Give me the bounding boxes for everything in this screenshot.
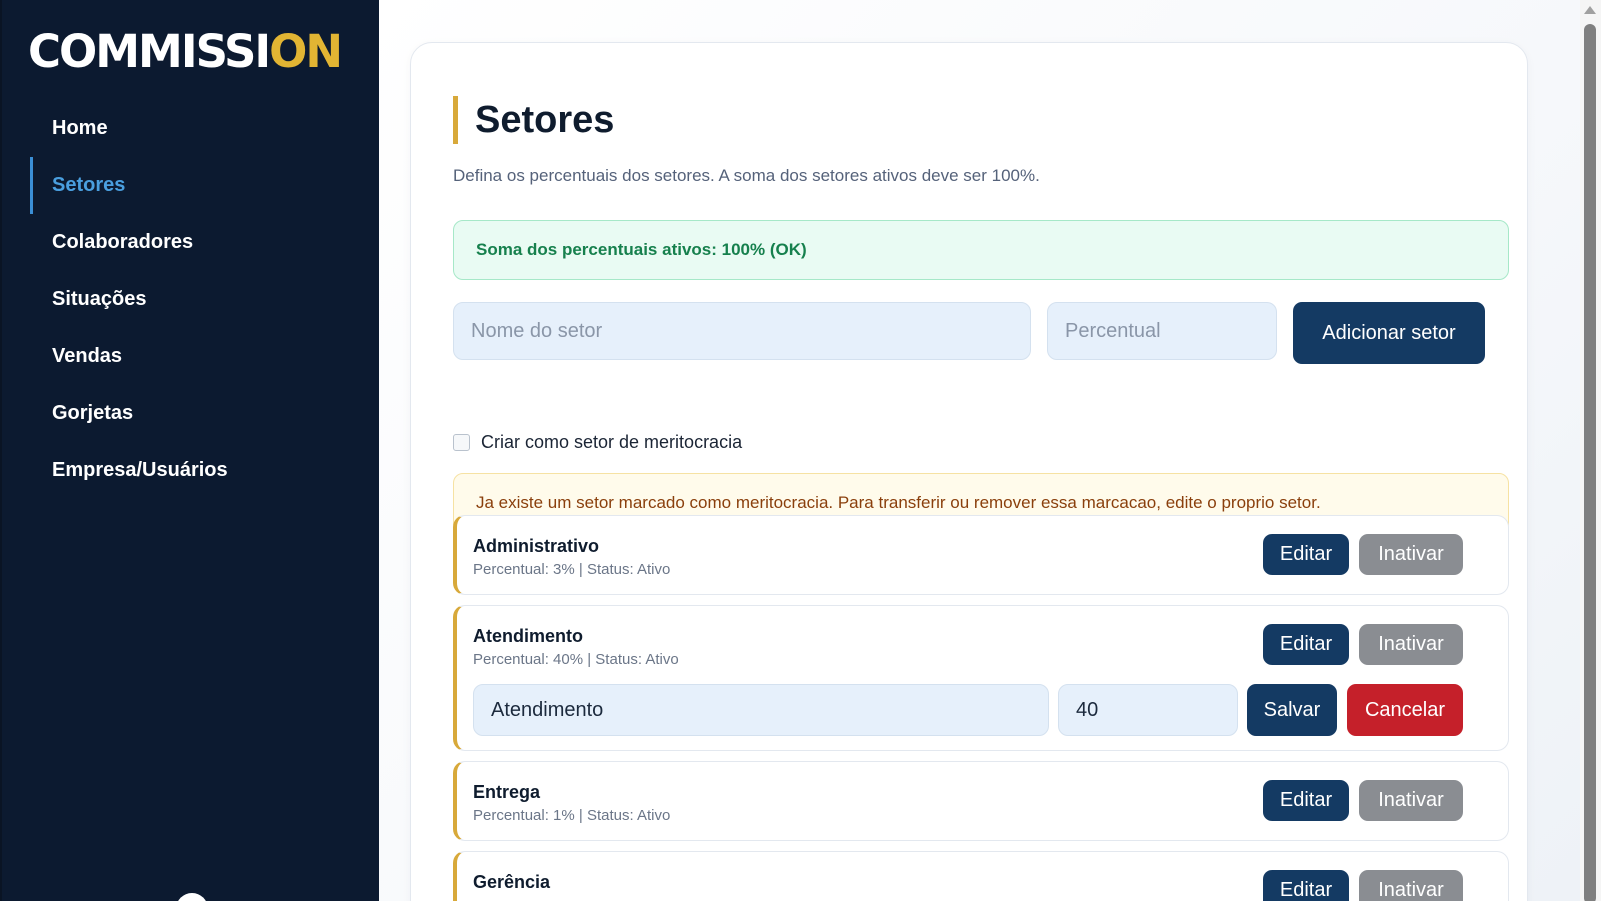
scrollbar-thumb[interactable] — [1584, 24, 1596, 901]
brand-logo[interactable]: COMMISSION — [28, 24, 343, 80]
page-title-wrap: Setores — [453, 96, 614, 144]
deactivate-sector-button[interactable]: Inativar — [1359, 534, 1463, 575]
scroll-up-arrow-icon[interactable] — [1584, 6, 1596, 14]
sector-meta: Percentual: 40% | Status: Ativo — [473, 651, 679, 668]
page-subtitle: Defina os percentuais dos setores. A som… — [453, 166, 1040, 185]
logo-text-accent: ON — [269, 25, 343, 78]
sidebar: COMMISSION Home Setores Colaboradores Si… — [0, 0, 379, 901]
sidebar-item-setores[interactable]: Setores — [30, 157, 360, 214]
edit-sector-button[interactable]: Editar — [1263, 534, 1349, 575]
meritocracy-checkbox[interactable] — [453, 433, 470, 451]
sidebar-item-gorjetas[interactable]: Gorjetas — [30, 385, 360, 442]
user-avatar[interactable] — [176, 893, 208, 901]
sector-row: Gerência Editar Inativar — [453, 851, 1509, 901]
deactivate-sector-button[interactable]: Inativar — [1359, 870, 1463, 901]
cancel-edit-button[interactable]: Cancelar — [1347, 684, 1463, 736]
sector-name: Administrativo — [473, 536, 600, 556]
sidebar-item-situacoes[interactable]: Situações — [30, 271, 360, 328]
deactivate-sector-button[interactable]: Inativar — [1359, 624, 1463, 665]
sector-name: Entrega — [473, 782, 541, 802]
sector-row: Administrativo Percentual: 3% | Status: … — [453, 515, 1509, 595]
logo-text-main: COMMISSI — [28, 25, 271, 78]
sidebar-item-colaboradores[interactable]: Colaboradores — [30, 214, 360, 271]
deactivate-sector-button[interactable]: Inativar — [1359, 780, 1463, 821]
page-scrollbar[interactable] — [1580, 0, 1601, 901]
edit-sector-button[interactable]: Editar — [1263, 624, 1349, 665]
sector-name: Gerência — [473, 872, 551, 892]
save-sector-button[interactable]: Salvar — [1247, 684, 1337, 736]
sectors-card: Setores Defina os percentuais dos setore… — [410, 42, 1528, 901]
add-sector-button[interactable]: Adicionar setor — [1293, 302, 1485, 364]
sector-name-input[interactable] — [453, 302, 1031, 360]
edit-sector-button[interactable]: Editar — [1263, 780, 1349, 821]
sector-row: Entrega Percentual: 1% | Status: Ativo E… — [453, 761, 1509, 841]
sector-name: Atendimento — [473, 626, 583, 646]
edit-sector-button[interactable]: Editar — [1263, 870, 1349, 901]
sum-status-alert: Soma dos percentuais ativos: 100% (OK) — [453, 220, 1509, 280]
edit-sector-percent-input[interactable] — [1058, 684, 1238, 736]
sidebar-item-home[interactable]: Home — [30, 100, 360, 157]
page-title: Setores — [475, 99, 615, 141]
sidebar-item-empresa-usuarios[interactable]: Empresa/Usuários — [30, 442, 360, 499]
edit-sector-name-input[interactable] — [473, 684, 1049, 736]
sector-meta: Percentual: 3% | Status: Ativo — [473, 561, 671, 578]
sector-meta: Percentual: 1% | Status: Ativo — [473, 807, 671, 824]
sector-row-editing: Atendimento Percentual: 40% | Status: At… — [453, 605, 1509, 751]
main-content: Setores Defina os percentuais dos setore… — [379, 0, 1580, 901]
meritocracy-checkbox-row[interactable]: Criar como setor de meritocracia — [453, 431, 742, 453]
sector-percent-input[interactable] — [1047, 302, 1277, 360]
sidebar-item-vendas[interactable]: Vendas — [30, 328, 360, 385]
sidebar-nav: Home Setores Colaboradores Situações Ven… — [30, 100, 360, 499]
meritocracy-checkbox-label: Criar como setor de meritocracia — [481, 431, 743, 452]
